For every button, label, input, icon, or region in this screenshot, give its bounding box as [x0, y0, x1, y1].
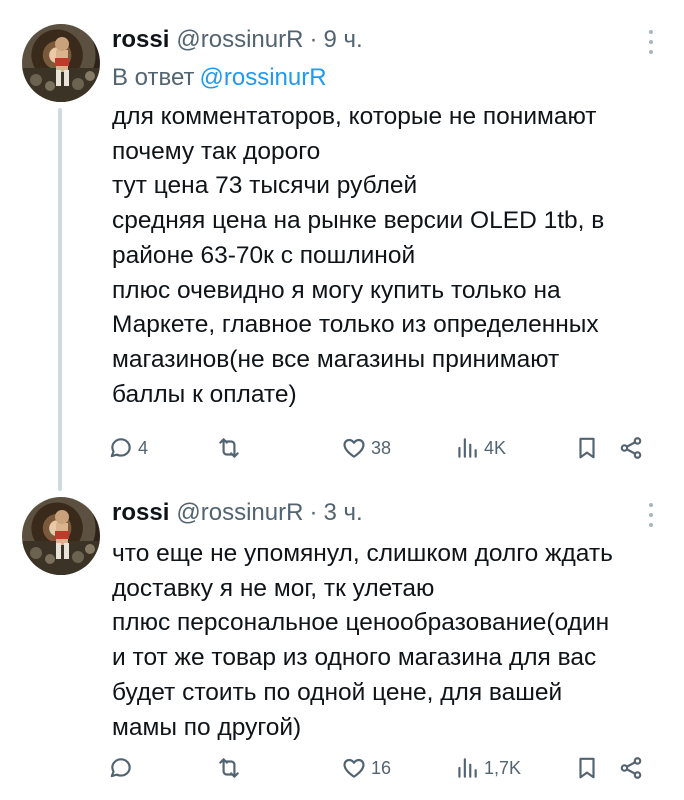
avatar[interactable]	[22, 24, 100, 102]
tweet-text-line: магазинов(не все магазины принимают	[112, 345, 560, 373]
reply-mention-link[interactable]: @rossinurR	[200, 64, 327, 91]
tweet-text-line: средняя цена на рынке версии OLED 1tb, в	[112, 207, 605, 235]
tweet-text-line: доставку я не мог, тк улетаю	[112, 574, 435, 602]
tweet[interactable]: rossi @rossinurR · 9 ч. В ответ @rossinur…	[0, 0, 684, 491]
tweet[interactable]: rossi @rossinurR · 3 ч. что еще не упомя…	[0, 485, 684, 800]
share-button[interactable]	[618, 750, 644, 786]
views-button[interactable]: 4K	[454, 430, 506, 466]
tweet-text-line: районе 63-70к с пошлиной	[112, 241, 416, 269]
tweet-text-line: тут цена 73 тысячи рублей	[112, 172, 418, 200]
tweet-text-line: почему так дорого	[112, 137, 321, 165]
like-count: 38	[371, 437, 392, 458]
avatar[interactable]	[22, 497, 100, 575]
retweet-button[interactable]	[216, 430, 246, 466]
tweet-header: rossi @rossinurR · 3 ч.	[112, 499, 624, 527]
share-icon	[620, 437, 642, 459]
like-icon	[343, 758, 365, 778]
bookmark-icon	[579, 437, 595, 459]
action-bar: 4 38 4K	[108, 430, 664, 466]
reply-icon	[110, 438, 131, 458]
like-button[interactable]: 16	[341, 750, 391, 786]
tweet-text-line: для комментаторов, которые не понимают	[112, 103, 597, 130]
tweet-text-line: мамы по другой)	[112, 713, 302, 741]
tweet-feed: rossi @rossinurR · 9 ч. В ответ @rossinur…	[0, 0, 684, 800]
reply-icon	[110, 758, 131, 778]
reply-button[interactable]	[108, 750, 138, 786]
tweet-text-line: и тот же товар из одного магазина для ва…	[112, 644, 597, 672]
tweet-text-line: баллы к оплате)	[112, 380, 297, 408]
views-count: 1,7K	[484, 757, 522, 778]
bookmark-button[interactable]	[574, 430, 600, 466]
views-icon	[458, 438, 477, 458]
views-button[interactable]: 1,7K	[454, 750, 521, 786]
reply-button[interactable]: 4	[108, 430, 148, 466]
bookmark-icon	[579, 757, 595, 779]
like-count: 16	[371, 757, 392, 778]
author-name[interactable]: rossi	[112, 26, 169, 54]
retweet-button[interactable]	[216, 750, 246, 786]
tweet-text-line: Маркете, главное только из определенных	[112, 311, 599, 339]
share-button[interactable]	[618, 430, 644, 466]
thread-line	[58, 108, 62, 491]
tweet-text: для комментаторов, которые не понимают п…	[112, 100, 672, 412]
reply-context: В ответ @rossinurR	[112, 64, 327, 92]
author-name[interactable]: rossi	[112, 499, 169, 527]
reply-prefix: В ответ	[112, 64, 195, 91]
tweet-text-line: плюс персональное ценообразование(один	[112, 609, 610, 637]
views-icon	[458, 758, 477, 778]
tweet-header: rossi @rossinurR · 9 ч.	[112, 26, 624, 54]
author-handle[interactable]: @rossinurR	[176, 26, 303, 54]
separator-dot: ·	[309, 26, 318, 53]
separator-dot: ·	[309, 499, 318, 526]
like-icon	[343, 438, 365, 458]
like-button[interactable]: 38	[341, 430, 391, 466]
more-icon[interactable]	[646, 30, 656, 54]
retweet-icon	[219, 438, 239, 458]
tweet-text-line: будет стоить по одной цене, для вашей	[112, 678, 563, 706]
timestamp[interactable]: 3 ч.	[323, 499, 362, 527]
tweet-text: что еще не упомянул, слишком долго ждать…	[112, 537, 672, 745]
views-count: 4K	[484, 437, 507, 458]
timestamp[interactable]: 9 ч.	[323, 26, 362, 54]
retweet-icon	[219, 758, 239, 778]
share-icon	[620, 757, 642, 779]
author-handle[interactable]: @rossinurR	[176, 499, 303, 527]
bookmark-button[interactable]	[574, 750, 600, 786]
tweet-text-line: что еще не упомянул, слишком долго ждать	[112, 540, 613, 567]
reply-count: 4	[138, 437, 149, 458]
more-icon[interactable]	[646, 503, 656, 527]
action-bar: 16 1,7K	[108, 750, 664, 786]
tweet-text-line: плюс очевидно я могу купить только на	[112, 276, 561, 304]
